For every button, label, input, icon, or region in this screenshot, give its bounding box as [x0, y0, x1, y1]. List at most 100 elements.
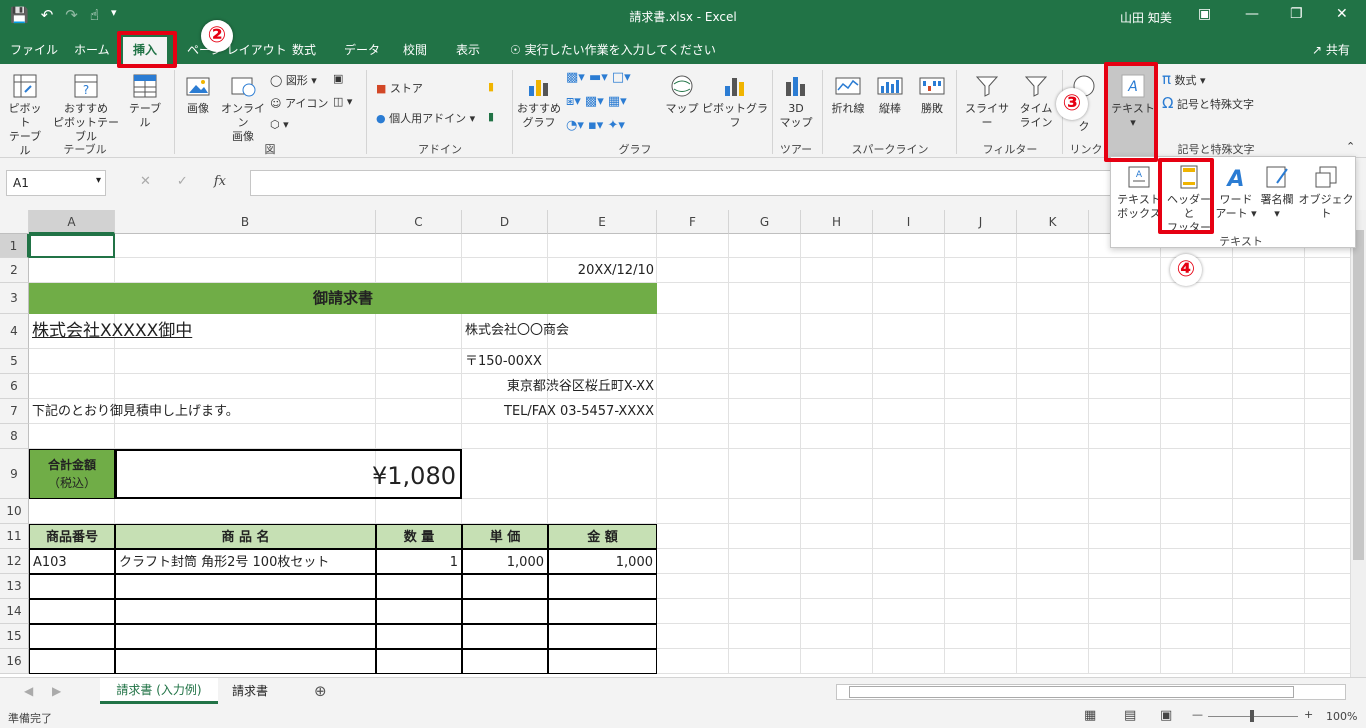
cell-client[interactable]: 株式会社XXXXX御中 [29, 314, 376, 349]
cell-empty[interactable] [548, 599, 657, 624]
column-header[interactable]: H [801, 210, 873, 234]
column-header[interactable]: C [376, 210, 462, 234]
cell-empty[interactable] [548, 574, 657, 599]
wordart-button[interactable]: A ワード アート ▾ [1215, 163, 1257, 221]
zoom-out-icon[interactable]: — [1192, 708, 1203, 721]
select-all-corner[interactable] [0, 210, 29, 234]
cell-empty[interactable] [29, 649, 115, 674]
zoom-level[interactable]: 100% [1326, 710, 1357, 723]
add-sheet-icon[interactable]: ⊕ [314, 682, 327, 700]
page-break-view-icon[interactable]: ▣ [1160, 708, 1172, 723]
row-header[interactable]: 3 [0, 283, 29, 314]
store-button[interactable]: ■ ストア [376, 80, 423, 96]
cell-zip[interactable]: 〒150-00XX [462, 349, 657, 374]
cell-table-header[interactable]: 商 品 名 [115, 524, 376, 549]
cell-item[interactable]: A103 [29, 549, 115, 574]
next-sheet-icon[interactable]: ▶ [52, 684, 61, 698]
cell-empty[interactable] [462, 574, 548, 599]
cancel-icon[interactable]: ✕ [140, 174, 151, 189]
minimize-icon[interactable]: — [1245, 6, 1259, 22]
cell-empty[interactable] [376, 649, 462, 674]
row-header[interactable]: 15 [0, 624, 29, 649]
sparkline-column-button[interactable]: 縦棒 [872, 72, 908, 116]
column-header[interactable]: D [462, 210, 548, 234]
people-graph-button[interactable]: ▮ [488, 110, 494, 123]
insert-function-icon[interactable]: fx [214, 174, 226, 189]
row-header[interactable]: 7 [0, 399, 29, 424]
online-image-button[interactable]: オンライン 画像 [218, 72, 268, 144]
tab-formulas[interactable]: 数式 [292, 41, 316, 58]
normal-view-icon[interactable]: ▦ [1084, 708, 1096, 723]
pie-chart-button[interactable]: ◔▾ ▪▾ ✦▾ [566, 118, 625, 133]
cell-item[interactable]: クラフト封筒 角形2号 100枚セット [115, 549, 376, 574]
shapes-button[interactable]: ◯ 図形 ▾ [270, 72, 317, 88]
cell-date[interactable]: 20XX/12/10 [462, 258, 657, 283]
row-header[interactable]: 11 [0, 524, 29, 549]
horizontal-scrollbar[interactable] [836, 684, 1346, 700]
column-chart-button[interactable]: ▩▾ ▬▾ □▾ [566, 70, 631, 85]
zoom-in-icon[interactable]: + [1304, 708, 1313, 721]
pivot-chart-button[interactable]: ピボットグラフ [702, 72, 768, 130]
cell-item[interactable]: 1,000 [548, 549, 657, 574]
icons-button[interactable]: ☺ アイコン [270, 95, 328, 111]
cell-empty[interactable] [376, 574, 462, 599]
tab-home[interactable]: ホーム [74, 41, 110, 58]
screenshot-button[interactable]: ◫ ▾ [333, 95, 352, 108]
column-header[interactable]: K [1017, 210, 1089, 234]
cell-item[interactable]: 1,000 [462, 549, 548, 574]
cell-address[interactable]: 東京都渋谷区桜丘町X-XX [462, 374, 657, 399]
cell-tel[interactable]: TEL/FAX 03-5457-XXXX [462, 399, 657, 424]
image-button[interactable]: 画像 [180, 72, 216, 116]
sparkline-winloss-button[interactable]: 勝敗 [912, 72, 952, 116]
smartart-button[interactable]: ▣ [333, 72, 343, 85]
cell-empty[interactable] [462, 599, 548, 624]
cell-empty[interactable] [115, 599, 376, 624]
name-box[interactable]: A1 ▾ [6, 170, 106, 196]
cell-table-header[interactable]: 商品番号 [29, 524, 115, 549]
cell-empty[interactable] [29, 574, 115, 599]
vertical-scrollbar[interactable] [1350, 210, 1366, 677]
table-button[interactable]: テーブル [124, 72, 166, 130]
cell-company[interactable]: 株式会社〇〇商会 [462, 314, 657, 349]
cell-empty[interactable] [376, 599, 462, 624]
prev-sheet-icon[interactable]: ◀ [24, 684, 33, 698]
cell-item[interactable]: 1 [376, 549, 462, 574]
tab-data[interactable]: データ [344, 41, 380, 58]
cell-empty[interactable] [548, 649, 657, 674]
row-header[interactable]: 6 [0, 374, 29, 399]
cell-total-label[interactable]: 合計金額 （税込） [29, 449, 115, 499]
row-header[interactable]: 5 [0, 349, 29, 374]
recommended-pivot-button[interactable]: ? おすすめ ピボットテーブル [48, 72, 124, 144]
column-header[interactable]: I [873, 210, 945, 234]
row-header[interactable]: 8 [0, 424, 29, 449]
column-header[interactable]: G [729, 210, 801, 234]
row-header[interactable]: 4 [0, 314, 29, 349]
cell-empty[interactable] [115, 624, 376, 649]
user-name[interactable]: 山田 知美 [1120, 9, 1172, 26]
hscroll-thumb[interactable] [849, 686, 1294, 698]
tab-file[interactable]: ファイル [10, 41, 58, 58]
tab-view[interactable]: 表示 [456, 41, 480, 58]
object-button[interactable]: オブジェクト [1297, 163, 1355, 221]
row-header[interactable]: 16 [0, 649, 29, 674]
cell-total-value[interactable]: ¥1,080 [115, 449, 462, 499]
line-chart-button[interactable]: ⧆▾ ▩▾ ▦▾ [566, 94, 627, 109]
tab-review[interactable]: 校閲 [403, 41, 427, 58]
map-button[interactable]: マップ [664, 72, 700, 116]
cell-empty[interactable] [376, 624, 462, 649]
scroll-thumb[interactable] [1353, 230, 1364, 560]
cell-table-header[interactable]: 単 価 [462, 524, 548, 549]
sheet-tab[interactable]: 請求書 [222, 678, 278, 704]
cell-empty[interactable] [29, 599, 115, 624]
restore-icon[interactable]: ❐ [1290, 6, 1303, 22]
row-header[interactable]: 10 [0, 499, 29, 524]
row-header[interactable]: 13 [0, 574, 29, 599]
signature-line-button[interactable]: 署名欄 ▾ [1257, 163, 1297, 221]
timeline-button[interactable]: タイム ライン [1016, 72, 1056, 130]
selected-cell-a1[interactable] [29, 234, 115, 258]
worksheet-grid[interactable]: ABCDEFGHIJKLMNOP123456789101112131415162… [0, 210, 1350, 677]
cell-empty[interactable] [115, 649, 376, 674]
ribbon-display-icon[interactable]: ▣ [1198, 6, 1211, 22]
cell-empty[interactable] [29, 624, 115, 649]
row-header[interactable]: 14 [0, 599, 29, 624]
